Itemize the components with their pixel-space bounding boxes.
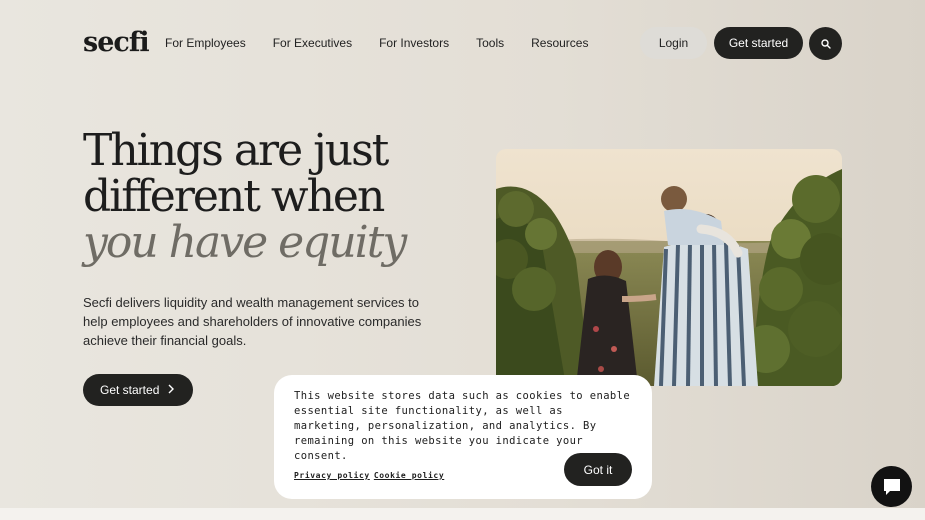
nav-resources[interactable]: Resources [531, 36, 588, 50]
nav-for-investors[interactable]: For Investors [379, 36, 449, 50]
family-in-vineyard-photo [496, 149, 842, 386]
nav-tools[interactable]: Tools [476, 36, 504, 50]
nav-for-executives[interactable]: For Executives [273, 36, 352, 50]
cookie-policy-link[interactable]: Cookie policy [374, 471, 444, 480]
cookie-banner: This website stores data such as cookies… [274, 375, 652, 499]
header-get-started-button[interactable]: Get started [714, 27, 803, 59]
cookie-banner-links: Privacy policy Cookie policy [294, 471, 444, 480]
search-icon [820, 38, 831, 49]
main-nav: For Employees For Executives For Investo… [165, 36, 615, 50]
nav-for-employees[interactable]: For Employees [165, 36, 246, 50]
hero-get-started-label: Get started [100, 383, 160, 397]
search-button[interactable] [809, 27, 842, 60]
login-button[interactable]: Login [640, 27, 707, 59]
chat-button[interactable] [871, 466, 912, 507]
logo[interactable]: secfi [83, 27, 150, 58]
privacy-policy-link[interactable]: Privacy policy [294, 471, 370, 480]
chat-bubble-icon [883, 478, 900, 495]
hero-title-line-2: different when [83, 171, 385, 222]
hero-title-line-3: you have equity [83, 217, 407, 268]
chevron-right-icon [168, 384, 174, 394]
hero-title: Things are just different when you have … [83, 128, 483, 266]
hero-title-line-1: Things are just [83, 125, 389, 176]
hero-description: Secfi delivers liquidity and wealth mana… [83, 295, 422, 348]
got-it-button[interactable]: Got it [564, 453, 632, 486]
next-section-strip [0, 508, 925, 520]
hero-get-started-button[interactable]: Get started [83, 374, 193, 406]
